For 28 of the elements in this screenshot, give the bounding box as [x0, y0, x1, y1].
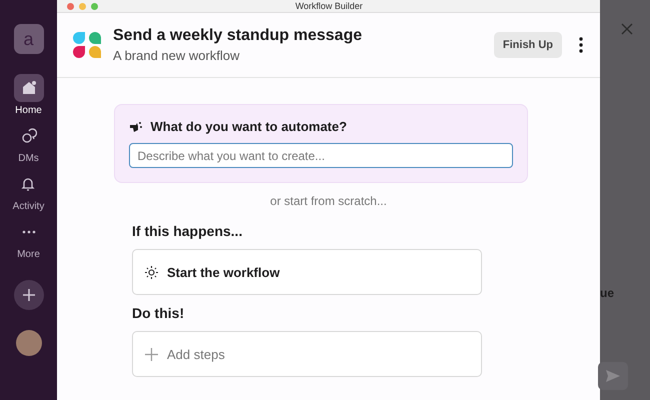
plus-icon — [145, 348, 158, 360]
finish-up-button[interactable]: Finish Up — [494, 32, 562, 58]
avatar[interactable] — [16, 330, 42, 356]
app-logo-icon — [71, 29, 103, 61]
trigger-button[interactable]: Start the workflow — [132, 249, 482, 295]
add-steps-button[interactable]: Add steps — [132, 331, 482, 377]
send-icon — [606, 370, 620, 382]
sidebar-item[interactable]: DMs — [14, 122, 44, 164]
more-options-icon[interactable] — [578, 37, 584, 53]
section-heading: If this happens... — [132, 223, 244, 239]
sparkle-hand-icon — [128, 120, 142, 132]
house-icon — [20, 80, 36, 96]
add-button[interactable] — [14, 280, 44, 310]
window-title: Workflow Builder — [295, 1, 363, 11]
describe-input-field[interactable]: Describe what you want to create... — [128, 143, 512, 168]
workflow-title: Send a weekly standup message — [113, 27, 363, 45]
section-heading: Do this! — [132, 305, 186, 321]
workflow-subtitle: A brand new workflow — [113, 48, 240, 63]
sidebar-item[interactable]: Activity — [12, 170, 44, 212]
sidebar-item[interactable]: More — [14, 218, 44, 260]
panel-text: ue — [600, 286, 614, 300]
more-dots-icon — [20, 229, 36, 235]
prompt-label: What do you want to automate? — [150, 119, 347, 134]
plus-icon — [22, 288, 36, 302]
scratch-text: or start from scratch... — [270, 194, 387, 208]
bell-icon — [20, 176, 36, 192]
sun-icon — [145, 266, 158, 278]
chat-bubbles-icon — [20, 128, 36, 144]
